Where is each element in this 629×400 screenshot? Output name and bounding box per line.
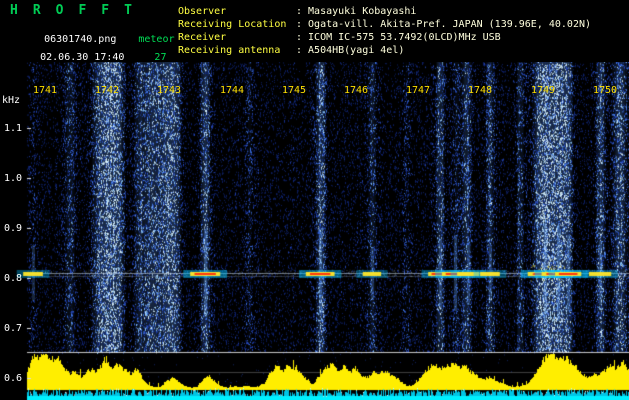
freq-tick-0-9: 0.9: [4, 223, 23, 234]
freq-axis-unit: kHz: [2, 95, 21, 106]
time-tick-1750: 1750: [593, 85, 618, 96]
location-value: : Ogata-vill. Akita-Pref. JAPAN (139.96E…: [296, 19, 592, 30]
time-tick-1746: 1746: [344, 85, 369, 96]
info-row-receiver: Receiver : ICOM IC-575 53.7492(0LCD)MHz U…: [178, 31, 591, 44]
antenna-value: : A504HB(yagi 4el): [296, 45, 405, 56]
time-tick-1748: 1748: [468, 85, 493, 96]
location-label: Receiving Location: [178, 19, 287, 30]
info-row-antenna: Receiving antenna : A504HB(yagi 4el): [178, 44, 591, 57]
station-info: Observer : Masayuki Kobayashi Receiving L…: [178, 5, 591, 57]
freq-tick-1-1: 1.1: [4, 123, 23, 134]
receiver-value: : ICOM IC-575 53.7492(0LCD)MHz USB: [296, 32, 501, 43]
freq-tick-1-0: 1.0: [4, 173, 23, 184]
freq-tick-0-6: 0.6: [4, 373, 23, 384]
app-title: HROFFT: [10, 3, 147, 18]
time-tick-1741: 1741: [33, 85, 58, 96]
hrofft-screen: HROFFT 06301740.png meteor 02.06.30 17:40…: [0, 0, 629, 400]
freq-tick-0-7: 0.7: [4, 323, 23, 334]
spectrogram-area: kHz 1.1 1.0 0.9 0.8 0.7 0.6 1741 1742 17…: [0, 62, 629, 400]
freq-tick-0-8: 0.8: [4, 273, 23, 284]
spectrogram-canvas: [0, 62, 629, 400]
time-tick-1743: 1743: [157, 85, 182, 96]
time-tick-1749: 1749: [531, 85, 556, 96]
antenna-label: Receiving antenna: [178, 45, 281, 56]
info-row-observer: Observer : Masayuki Kobayashi: [178, 5, 591, 18]
receiver-label: Receiver: [178, 32, 227, 43]
time-tick-1744: 1744: [220, 85, 245, 96]
observer-label: Observer: [178, 6, 227, 17]
info-row-location: Receiving Location : Ogata-vill. Akita-Pr…: [178, 18, 591, 31]
observer-value: : Masayuki Kobayashi: [296, 6, 417, 17]
header: HROFFT 06301740.png meteor 02.06.30 17:40…: [0, 0, 629, 63]
time-tick-1747: 1747: [406, 85, 431, 96]
time-tick-1742: 1742: [95, 85, 120, 96]
time-tick-1745: 1745: [282, 85, 307, 96]
